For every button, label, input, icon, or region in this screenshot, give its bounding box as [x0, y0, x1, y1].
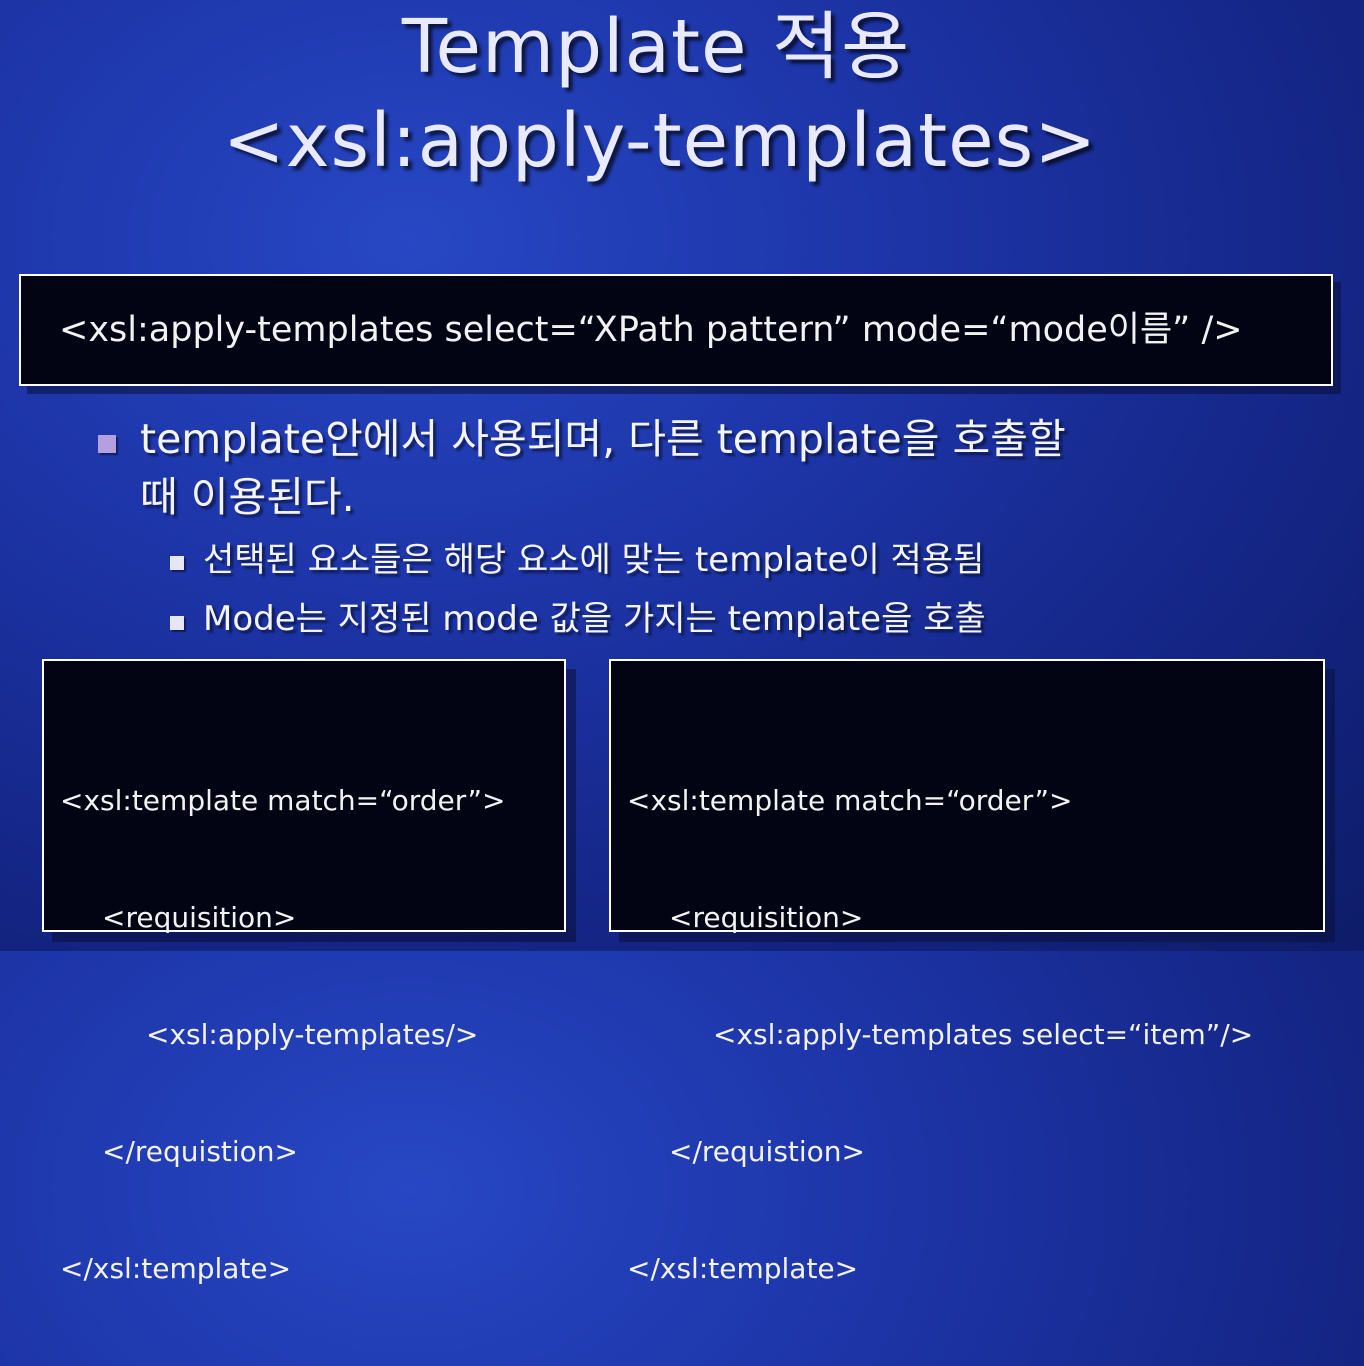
sub-bullet-icon: [170, 616, 184, 630]
sub-bullet-1: 선택된 요소들은 해당 요소에 맞는 template이 적용됨: [203, 540, 985, 580]
syntax-text: <xsl:apply-templates select=“XPath patte…: [59, 310, 1243, 350]
syntax-box: <xsl:apply-templates select=“XPath patte…: [19, 274, 1333, 386]
code-line: <requisition>: [669, 901, 864, 934]
main-bullet-line1: template안에서 사용되며, 다른 template을 호출할: [140, 415, 1066, 463]
code-line: <xsl:apply-templates select=“item”/>: [713, 1018, 1254, 1051]
sub-bullet-icon: [170, 556, 184, 570]
main-bullet-line2: 때 이용된다.: [140, 473, 355, 521]
code-lines-left: <xsl:template match=“order”> <requisitio…: [60, 703, 505, 1366]
code-line: </requistion>: [669, 1135, 865, 1168]
code-line: <requisition>: [102, 901, 297, 934]
code-line: <xsl:apply-templates/>: [146, 1018, 479, 1051]
sub-bullet-2: Mode는 지정된 mode 값을 가지는 template을 호출: [203, 599, 986, 639]
code-example-left: <xsl:template match=“order”> <requisitio…: [42, 659, 566, 1285]
code-line: <xsl:template match=“order”>: [60, 784, 506, 817]
code-line: <xsl:template match=“order”>: [627, 784, 1073, 817]
code-line: </xsl:template>: [60, 1252, 292, 1285]
code-example-right: <xsl:template match=“order”> <requisitio…: [609, 659, 1325, 1285]
main-bullet-icon: [98, 435, 116, 453]
code-line: </requistion>: [102, 1135, 298, 1168]
code-line: </xsl:template>: [627, 1252, 859, 1285]
code-lines-right: <xsl:template match=“order”> <requisitio…: [627, 703, 1253, 1366]
main-bullet-text: template안에서 사용되며, 다른 template을 호출할 때 이용된…: [140, 410, 1066, 526]
slide-title-line2: <xsl:apply-templates>: [222, 98, 1098, 184]
slide-title-line1: Template 적용: [401, 4, 911, 90]
